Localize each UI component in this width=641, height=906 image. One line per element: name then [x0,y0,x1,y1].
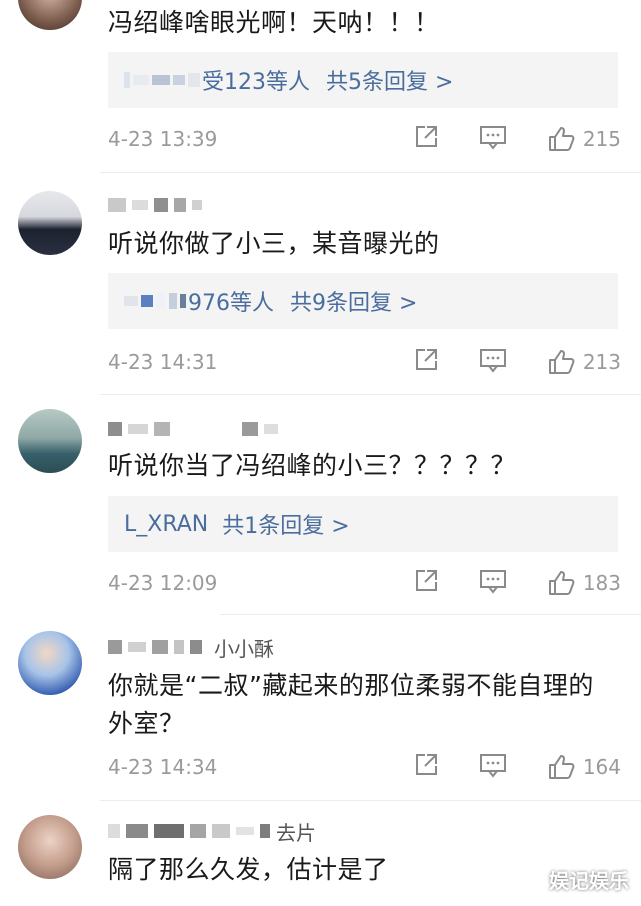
like-count: 183 [582,571,621,595]
username-blurred[interactable] [108,193,202,217]
timestamp: 4-23 14:31 [108,350,218,374]
reply-count[interactable]: 共1条回复 > [222,508,349,540]
reply-summary[interactable]: 受123等人 共5条回复 > [108,52,618,108]
comment-meta: 4-23 13:39 215 [108,124,621,154]
reply-users: L_XRAN [124,511,209,537]
share-icon[interactable] [413,568,439,599]
share-icon[interactable] [413,752,439,783]
username[interactable]: 去片 [108,819,316,845]
reply-count[interactable]: 共5条回复 > [326,64,453,96]
timestamp: 4-23 13:39 [108,127,218,151]
like-button[interactable]: 183 [547,569,621,597]
timestamp: 4-23 14:34 [108,755,218,779]
reply-count[interactable]: 共9条回复 > [290,285,417,317]
thumbs-up-icon [548,350,575,374]
comment-text: 冯绍峰啥眼光啊！天呐！！！ [108,8,440,37]
comment-icon[interactable] [479,752,507,783]
share-icon[interactable] [413,124,439,155]
like-count: 215 [582,127,621,151]
comment-meta: 4-23 12:09 183 [108,568,621,598]
blurred-usernames [124,293,186,309]
share-icon[interactable] [413,347,439,378]
comment-text: 隔了那么久发，估计是了 [108,855,389,884]
avatar[interactable] [18,631,82,695]
thumbs-up-icon [548,127,575,151]
comment-text: 你就是“二叔”藏起来的那位柔弱不能自理的外室？ [108,671,594,738]
watermark: 娱记娱乐 [549,869,629,893]
comment-text: 听说你做了小三，某音曝光的 [108,229,440,258]
comment-5: 去片 隔了那么久发，估计是了 [0,801,641,906]
username-text: 去片 [276,820,316,845]
comment-icon[interactable] [479,124,507,155]
comment-4: 小小酥 你就是“二叔”藏起来的那位柔弱不能自理的外室？ 4-23 14:34 1… [0,615,641,800]
comment-text: 听说你当了冯绍峰的小三？？？？？ [108,451,517,480]
like-count: 164 [582,755,621,779]
thumbs-up-icon [548,571,575,595]
username-text: 小小酥 [214,636,274,661]
reply-summary[interactable]: 976等人 共9条回复 > [108,273,618,329]
avatar[interactable] [18,191,82,255]
reply-users: 受123等人 [202,70,310,95]
comment-meta: 4-23 14:34 164 [108,752,621,782]
comment-icon[interactable] [479,568,507,599]
reply-summary[interactable]: L_XRAN 共1条回复 > [108,496,618,552]
like-button[interactable]: 215 [547,125,621,153]
avatar[interactable] [18,409,82,473]
comment-meta: 4-23 14:31 213 [108,347,621,377]
blurred-usernames [124,72,200,88]
avatar[interactable] [18,0,82,30]
like-count: 213 [582,350,621,374]
comment-2: 听说你做了小三，某音曝光的 976等人 共9条回复 > 4-23 14:31 2… [0,173,641,395]
comment-3: 听说你当了冯绍峰的小三？？？？？ L_XRAN 共1条回复 > 4-23 12:… [0,395,641,617]
like-button[interactable]: 213 [547,348,621,376]
username[interactable]: 小小酥 [108,635,274,661]
avatar[interactable] [18,815,82,879]
thumbs-up-icon [548,755,575,779]
reply-users: 976等人 [188,291,274,316]
timestamp: 4-23 12:09 [108,571,218,595]
comment-1: 冯绍峰啥眼光啊！天呐！！！ 受123等人 共5条回复 > 4-23 13:39 … [0,0,641,170]
like-button[interactable]: 164 [547,753,621,781]
username-blurred[interactable] [108,417,278,441]
comment-icon[interactable] [479,347,507,378]
